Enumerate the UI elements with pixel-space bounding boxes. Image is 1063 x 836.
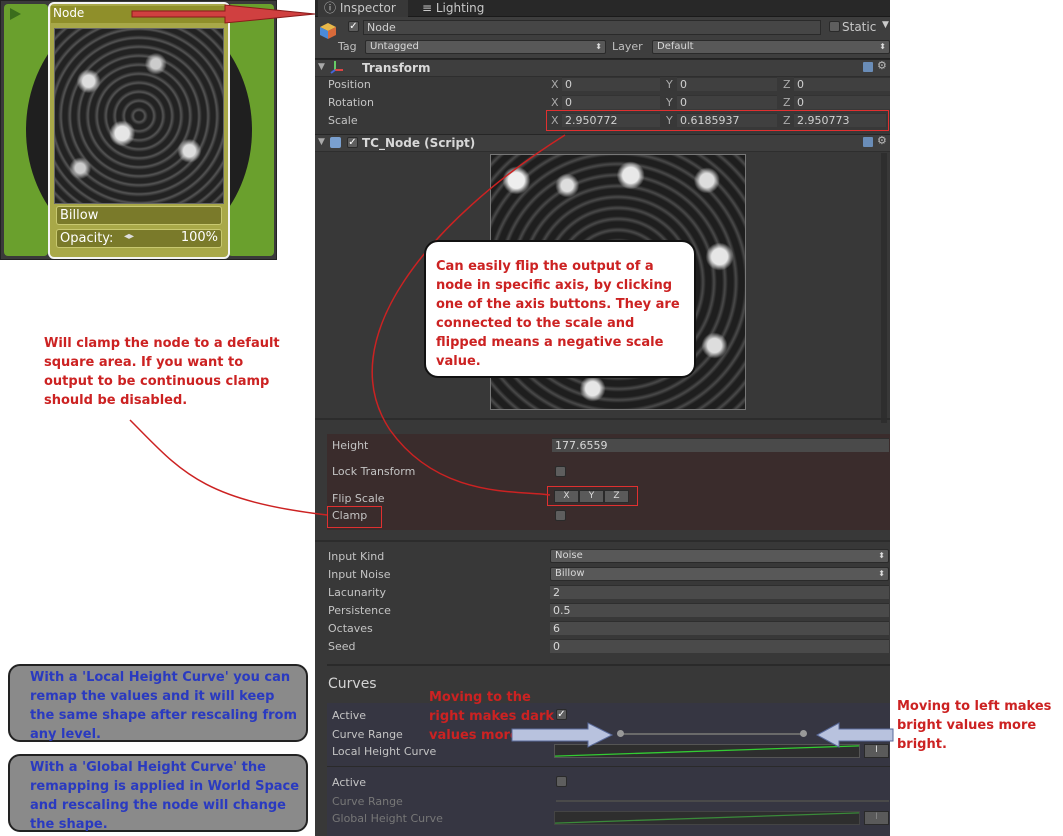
arrow-right-icon bbox=[511, 722, 614, 748]
clamp-annotation: Will clamp the node to a default square … bbox=[44, 336, 280, 408]
flip-scale-callout: Can easily flip the output of a node in … bbox=[424, 240, 696, 378]
global-curve-note: With a 'Global Height Curve' the remappi… bbox=[8, 754, 308, 832]
arrow-left-icon bbox=[815, 722, 894, 748]
local-curve-note: With a 'Local Height Curve' you can rema… bbox=[8, 664, 308, 742]
move-left-annotation: Moving to left makes bright values more … bbox=[897, 699, 1052, 752]
